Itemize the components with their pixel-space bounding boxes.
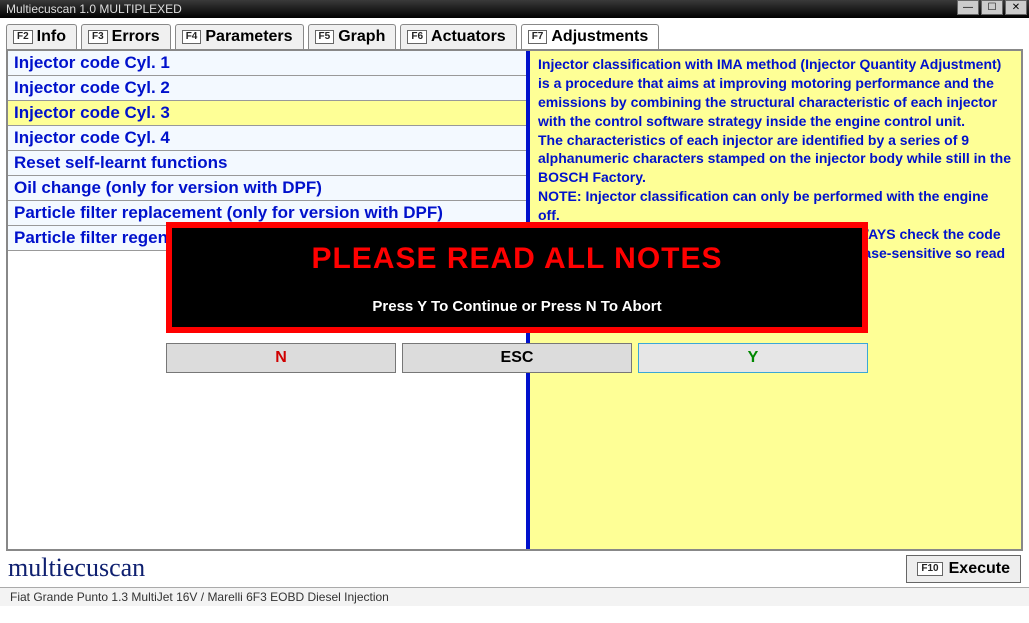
list-item-label: Oil change (only for version with DPF) xyxy=(14,178,322,197)
tab-label: Graph xyxy=(338,28,385,46)
status-bar: Fiat Grande Punto 1.3 MultiJet 16V / Mar… xyxy=(0,587,1029,606)
list-item-label: Reset self-learnt functions xyxy=(14,153,228,172)
fkey-badge: F10 xyxy=(917,562,942,576)
window-controls: — ☐ ✕ xyxy=(957,0,1027,15)
tab-errors[interactable]: F3 Errors xyxy=(81,24,171,49)
tab-bar: F2 Info F3 Errors F4 Parameters F5 Graph… xyxy=(0,18,1029,49)
list-item-label: Injector code Cyl. 2 xyxy=(14,78,170,97)
tab-label: Info xyxy=(37,28,66,46)
tab-adjustments[interactable]: F7 Adjustments xyxy=(521,24,660,49)
tab-parameters[interactable]: F4 Parameters xyxy=(175,24,304,49)
fkey-badge: F2 xyxy=(13,30,33,44)
button-label: Y xyxy=(748,349,759,366)
list-item[interactable]: Injector code Cyl. 2 xyxy=(8,76,526,101)
fkey-badge: F3 xyxy=(88,30,108,44)
window-titlebar: Multiecuscan 1.0 MULTIPLEXED — ☐ ✕ xyxy=(0,0,1029,18)
list-item-label: Particle filter replacement (only for ve… xyxy=(14,203,443,222)
dialog-subtitle: Press Y To Continue or Press N To Abort xyxy=(182,298,852,315)
tab-label: Adjustments xyxy=(551,28,648,46)
y-button[interactable]: Y xyxy=(638,343,868,373)
confirm-dialog: PLEASE READ ALL NOTES Press Y To Continu… xyxy=(166,222,868,373)
fkey-badge: F4 xyxy=(182,30,202,44)
dialog-buttons: N ESC Y xyxy=(166,343,868,373)
execute-button[interactable]: F10 Execute xyxy=(906,555,1021,583)
tab-actuators[interactable]: F6 Actuators xyxy=(400,24,516,49)
list-item[interactable]: Injector code Cyl. 1 xyxy=(8,51,526,76)
window-title: Multiecuscan 1.0 MULTIPLEXED xyxy=(6,2,182,16)
close-button[interactable]: ✕ xyxy=(1005,0,1027,15)
tab-label: Errors xyxy=(112,28,160,46)
list-item-label: Injector code Cyl. 1 xyxy=(14,53,170,72)
tab-graph[interactable]: F5 Graph xyxy=(308,24,397,49)
dialog-title: PLEASE READ ALL NOTES xyxy=(182,242,852,276)
list-item[interactable]: Injector code Cyl. 3 xyxy=(8,101,526,126)
list-item-label: Injector code Cyl. 4 xyxy=(14,128,170,147)
esc-button[interactable]: ESC xyxy=(402,343,632,373)
tab-label: Parameters xyxy=(205,28,292,46)
footer: multiecuscan F10 Execute xyxy=(0,553,1029,583)
maximize-button[interactable]: ☐ xyxy=(981,0,1003,15)
tab-label: Actuators xyxy=(431,28,506,46)
tab-info[interactable]: F2 Info xyxy=(6,24,77,49)
fkey-badge: F6 xyxy=(407,30,427,44)
list-item[interactable]: Injector code Cyl. 4 xyxy=(8,126,526,151)
brand-logo: multiecuscan xyxy=(8,553,145,583)
fkey-badge: F7 xyxy=(528,30,548,44)
dialog-box: PLEASE READ ALL NOTES Press Y To Continu… xyxy=(166,222,868,333)
minimize-button[interactable]: — xyxy=(957,0,979,15)
list-item[interactable]: Oil change (only for version with DPF) xyxy=(8,176,526,201)
execute-label: Execute xyxy=(949,560,1010,578)
button-label: N xyxy=(275,349,287,366)
list-item[interactable]: Reset self-learnt functions xyxy=(8,151,526,176)
n-button[interactable]: N xyxy=(166,343,396,373)
status-text: Fiat Grande Punto 1.3 MultiJet 16V / Mar… xyxy=(10,590,389,604)
list-item-label: Injector code Cyl. 3 xyxy=(14,103,170,122)
fkey-badge: F5 xyxy=(315,30,335,44)
button-label: ESC xyxy=(501,349,534,366)
